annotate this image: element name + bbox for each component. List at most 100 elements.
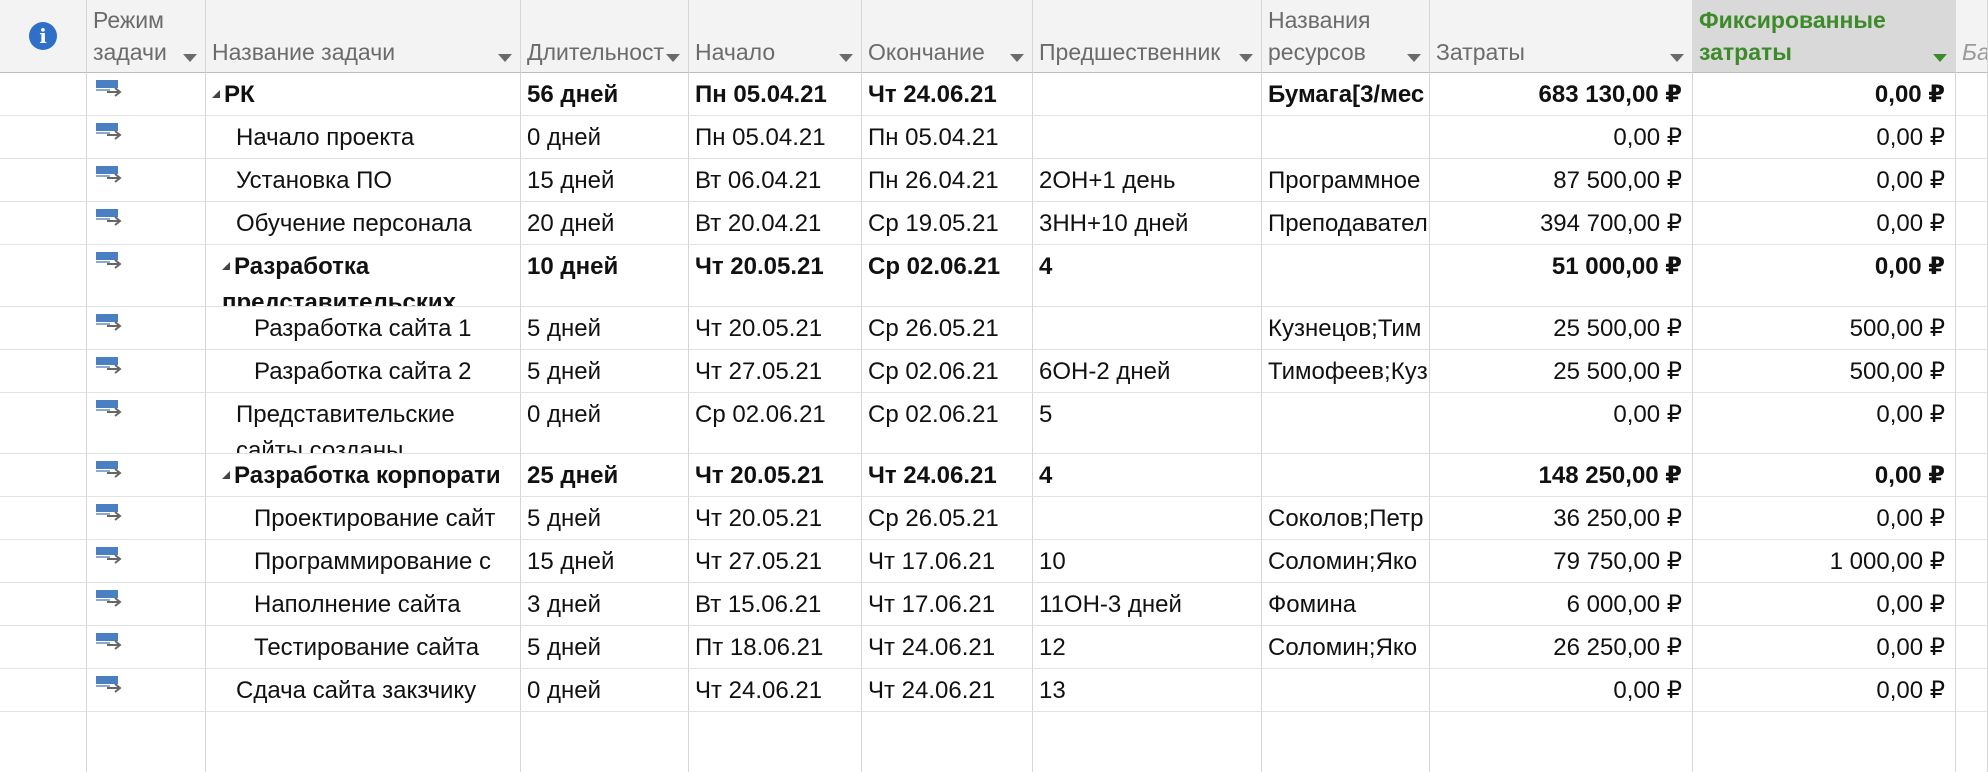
header-task-mode[interactable]: Режим задачи <box>87 0 206 73</box>
row-indicator-cell[interactable] <box>0 306 87 350</box>
fixed-cost-cell[interactable]: 0,00 ₽ <box>1693 159 1956 202</box>
fixed-cost-cell[interactable]: 0,00 ₽ <box>1693 202 1956 245</box>
predecessors-cell[interactable]: 6ОН-2 дней <box>1033 349 1262 393</box>
row-indicator-cell[interactable] <box>0 583 87 626</box>
start-cell[interactable]: Пт 18.06.21 <box>689 626 862 669</box>
row-indicator-cell[interactable] <box>0 497 87 540</box>
cost-cell[interactable]: 6 000,00 ₽ <box>1430 583 1693 626</box>
header-predecessors[interactable]: Предшественник <box>1033 0 1262 73</box>
task-name-cell[interactable]: Разработка представительских <box>206 245 521 307</box>
predecessors-cell[interactable]: 2ОН+1 день <box>1033 159 1262 202</box>
fixed-cost-cell[interactable]: 0,00 ₽ <box>1693 73 1956 116</box>
baseline-cell[interactable] <box>1956 540 1988 583</box>
fixed-cost-cell[interactable]: 0,00 ₽ <box>1693 454 1956 497</box>
fixed-cost-cell[interactable]: 0,00 ₽ <box>1693 497 1956 540</box>
cost-cell[interactable]: 26 250,00 ₽ <box>1430 626 1693 669</box>
row-indicator-cell[interactable] <box>0 202 87 245</box>
start-cell[interactable]: Чт 27.05.21 <box>689 349 862 393</box>
cost-cell[interactable]: 0,00 ₽ <box>1430 116 1693 159</box>
task-name-cell[interactable]: Разработка корпорати <box>206 454 521 497</box>
header-fixed-cost[interactable]: Фиксированные затраты <box>1693 0 1956 73</box>
task-name-cell[interactable]: Программирование с <box>206 540 521 583</box>
chevron-down-icon[interactable] <box>666 54 680 62</box>
baseline-cell[interactable] <box>1956 454 1988 497</box>
header-duration[interactable]: Длительност <box>521 0 689 73</box>
finish-cell[interactable]: Пн 05.04.21 <box>862 116 1033 159</box>
header-baseline-cut[interactable]: Баз <box>1956 0 1988 73</box>
cost-cell[interactable]: 394 700,00 ₽ <box>1430 202 1693 245</box>
chevron-down-icon[interactable] <box>498 54 512 62</box>
start-cell[interactable]: Чт 20.05.21 <box>689 245 862 307</box>
baseline-cell[interactable] <box>1956 73 1988 116</box>
resource-names-cell[interactable] <box>1262 392 1430 454</box>
finish-cell[interactable]: Чт 24.06.21 <box>862 454 1033 497</box>
resource-names-cell[interactable]: Тимофеев;Куз <box>1262 349 1430 393</box>
start-cell[interactable]: Чт 24.06.21 <box>689 669 862 712</box>
predecessors-cell[interactable]: 4 <box>1033 454 1262 497</box>
task-name-cell[interactable]: Обучение персонала <box>206 202 521 245</box>
predecessors-cell[interactable] <box>1033 116 1262 159</box>
chevron-down-icon[interactable] <box>183 54 197 62</box>
empty-cell[interactable] <box>0 712 87 772</box>
header-cost[interactable]: Затраты <box>1430 0 1693 73</box>
baseline-cell[interactable] <box>1956 116 1988 159</box>
cost-cell[interactable]: 0,00 ₽ <box>1430 392 1693 454</box>
duration-cell[interactable]: 5 дней <box>521 306 689 350</box>
task-mode-cell[interactable] <box>87 540 206 583</box>
resource-names-cell[interactable]: Преподавател <box>1262 202 1430 245</box>
finish-cell[interactable]: Ср 02.06.21 <box>862 349 1033 393</box>
duration-cell[interactable]: 0 дней <box>521 116 689 159</box>
predecessors-cell[interactable]: 11ОН-3 дней <box>1033 583 1262 626</box>
predecessors-cell[interactable] <box>1033 73 1262 116</box>
baseline-cell[interactable] <box>1956 159 1988 202</box>
task-name-cell[interactable]: Наполнение сайта <box>206 583 521 626</box>
resource-names-cell[interactable]: Программное <box>1262 159 1430 202</box>
duration-cell[interactable]: 25 дней <box>521 454 689 497</box>
start-cell[interactable]: Вт 06.04.21 <box>689 159 862 202</box>
task-mode-cell[interactable] <box>87 306 206 350</box>
row-indicator-cell[interactable] <box>0 116 87 159</box>
finish-cell[interactable]: Чт 24.06.21 <box>862 669 1033 712</box>
task-mode-cell[interactable] <box>87 669 206 712</box>
finish-cell[interactable]: Ср 02.06.21 <box>862 245 1033 307</box>
task-mode-cell[interactable] <box>87 159 206 202</box>
start-cell[interactable]: Чт 20.05.21 <box>689 306 862 350</box>
cost-cell[interactable]: 25 500,00 ₽ <box>1430 306 1693 350</box>
finish-cell[interactable]: Ср 19.05.21 <box>862 202 1033 245</box>
baseline-cell[interactable] <box>1956 202 1988 245</box>
task-mode-cell[interactable] <box>87 497 206 540</box>
chevron-down-icon[interactable] <box>1670 54 1684 62</box>
chevron-down-icon[interactable] <box>1407 54 1421 62</box>
start-cell[interactable]: Ср 02.06.21 <box>689 392 862 454</box>
predecessors-cell[interactable]: 12 <box>1033 626 1262 669</box>
header-task-name[interactable]: Название задачи <box>206 0 521 73</box>
resource-names-cell[interactable]: Кузнецов;Тим <box>1262 306 1430 350</box>
finish-cell[interactable]: Пн 26.04.21 <box>862 159 1033 202</box>
row-indicator-cell[interactable] <box>0 245 87 307</box>
cost-cell[interactable]: 148 250,00 ₽ <box>1430 454 1693 497</box>
fixed-cost-cell[interactable]: 0,00 ₽ <box>1693 626 1956 669</box>
header-finish[interactable]: Окончание <box>862 0 1033 73</box>
resource-names-cell[interactable] <box>1262 669 1430 712</box>
duration-cell[interactable]: 5 дней <box>521 497 689 540</box>
chevron-down-icon[interactable] <box>1010 54 1024 62</box>
empty-cell[interactable] <box>1033 712 1262 772</box>
task-name-cell[interactable]: Разработка сайта 2 <box>206 349 521 393</box>
start-cell[interactable]: Пн 05.04.21 <box>689 73 862 116</box>
resource-names-cell[interactable] <box>1262 454 1430 497</box>
empty-cell[interactable] <box>1693 712 1956 772</box>
start-cell[interactable]: Вт 20.04.21 <box>689 202 862 245</box>
chevron-down-icon[interactable] <box>1933 54 1947 62</box>
fixed-cost-cell[interactable]: 500,00 ₽ <box>1693 306 1956 350</box>
predecessors-cell[interactable] <box>1033 306 1262 350</box>
empty-cell[interactable] <box>689 712 862 772</box>
cost-cell[interactable]: 683 130,00 ₽ <box>1430 73 1693 116</box>
resource-names-cell[interactable] <box>1262 116 1430 159</box>
fixed-cost-cell[interactable]: 0,00 ₽ <box>1693 116 1956 159</box>
resource-names-cell[interactable]: Соломин;Яко <box>1262 540 1430 583</box>
duration-cell[interactable]: 10 дней <box>521 245 689 307</box>
row-indicator-cell[interactable] <box>0 73 87 116</box>
empty-cell[interactable] <box>87 712 206 772</box>
finish-cell[interactable]: Чт 24.06.21 <box>862 73 1033 116</box>
finish-cell[interactable]: Чт 17.06.21 <box>862 583 1033 626</box>
